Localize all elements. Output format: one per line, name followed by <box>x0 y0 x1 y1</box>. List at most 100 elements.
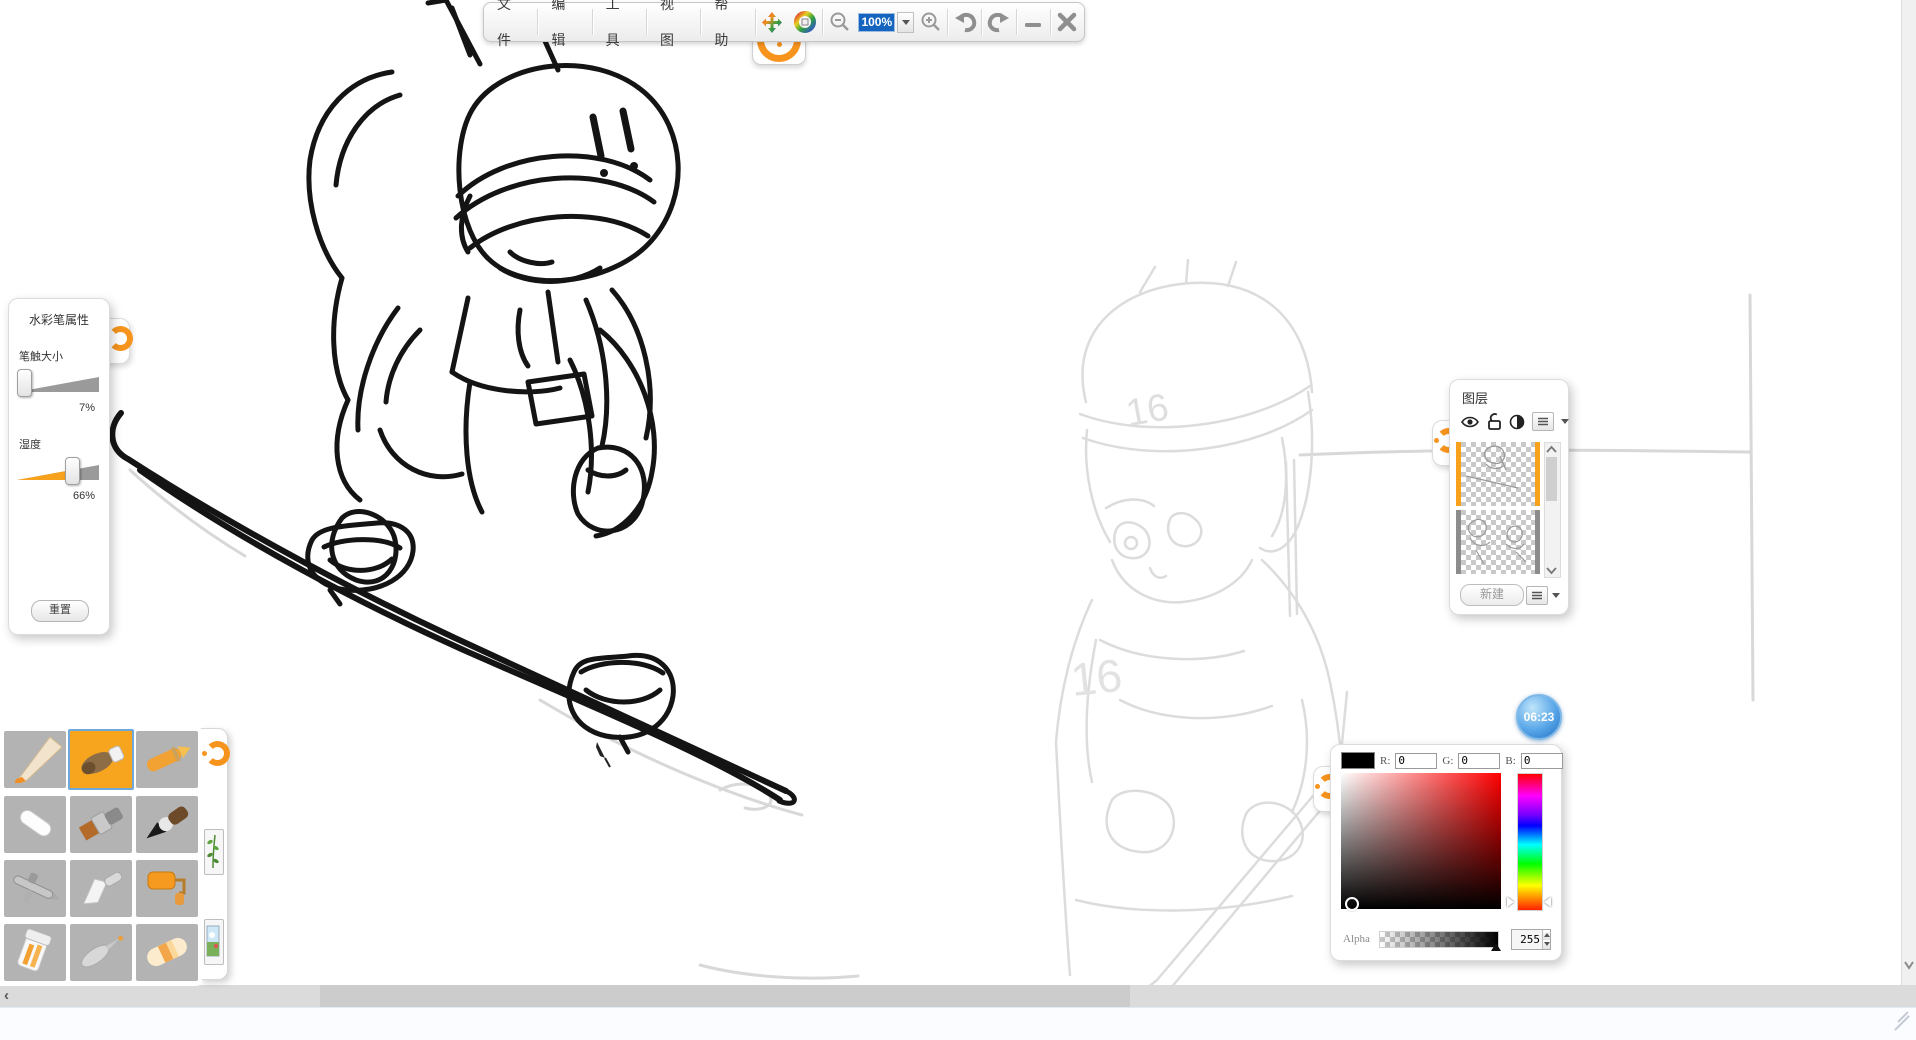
layer-row-2[interactable] <box>1456 510 1540 574</box>
hue-marker-right[interactable] <box>1544 897 1551 907</box>
color-picker-panel: R: G: B: Alpha <box>1330 744 1562 961</box>
layers-scrollbar-thumb[interactable] <box>1546 457 1557 501</box>
g-label: G: <box>1442 755 1453 767</box>
zoom-level-field[interactable]: 100% <box>858 13 895 32</box>
zoom-out-button[interactable] <box>823 6 856 38</box>
tool-paint-roller[interactable] <box>136 860 198 917</box>
hue-marker-left[interactable] <box>1507 897 1514 907</box>
layer-1-thumbnail-sketch <box>1456 442 1540 506</box>
exclamation-dots <box>600 162 638 177</box>
status-strip <box>0 1007 1916 1040</box>
menu-file[interactable]: 文件 <box>484 0 537 58</box>
down-arrow-icon <box>1544 942 1550 946</box>
color-ring-button[interactable] <box>789 6 822 38</box>
horizontal-scrollbar[interactable]: ‹ <box>0 985 1916 1007</box>
move-tool-icon <box>760 10 784 34</box>
move-tool-button[interactable] <box>756 6 789 38</box>
wetness-label: 湿度 <box>19 436 109 452</box>
layer-menu-dropdown-icon[interactable] <box>1561 419 1569 424</box>
menu-tools[interactable]: 工具 <box>593 0 646 58</box>
r-input[interactable] <box>1395 753 1437 769</box>
brush-size-slider-thumb[interactable] <box>17 369 32 397</box>
b-input[interactable] <box>1521 753 1563 769</box>
brush-size-slider[interactable] <box>15 368 103 402</box>
scroll-left-arrow-icon[interactable]: ‹ <box>4 987 9 1004</box>
tool-airbrush[interactable] <box>4 860 66 917</box>
tool-oil-brush[interactable] <box>70 796 132 853</box>
wetness-slider-thumb[interactable] <box>65 457 80 485</box>
pen-cursor <box>596 742 610 767</box>
vertical-scrollbar[interactable] <box>1901 0 1916 985</box>
orange-handle-dot <box>777 42 782 47</box>
zoom-dropdown-button[interactable] <box>897 12 914 33</box>
alpha-slider[interactable] <box>1379 931 1499 948</box>
tool-eraser[interactable] <box>136 924 198 981</box>
layer-2-thumbnail-sketch <box>1456 510 1540 574</box>
scroll-down-arrow-icon[interactable] <box>1903 960 1915 970</box>
alpha-up-button[interactable] <box>1543 930 1550 940</box>
tool-ink-brush[interactable] <box>136 796 198 853</box>
zoom-dropdown-icon <box>902 20 910 25</box>
orange-handle-icon[interactable] <box>205 741 230 766</box>
color-cursor[interactable] <box>1345 897 1359 911</box>
brush-size-value: 7% <box>9 402 95 414</box>
tool-crayon[interactable] <box>136 731 198 788</box>
alpha-marker[interactable] <box>1491 943 1501 951</box>
g-input[interactable] <box>1458 753 1500 769</box>
minimize-button[interactable] <box>1017 6 1050 38</box>
zoom-in-button[interactable] <box>914 6 947 38</box>
b-label: B: <box>1505 755 1515 767</box>
hockey-player-sketch <box>1056 260 1350 1009</box>
orange-handle-dot <box>1434 438 1439 443</box>
orange-handle-icon <box>108 326 133 351</box>
menu-edit[interactable]: 编辑 <box>538 0 591 58</box>
layers-options-dropdown-icon[interactable] <box>1552 593 1560 598</box>
layers-scrollbar[interactable] <box>1544 442 1561 578</box>
eye-icon[interactable] <box>1460 415 1480 429</box>
alpha-down-button[interactable] <box>1543 940 1550 950</box>
tool-chalk[interactable] <box>4 796 66 853</box>
picture-stamp-button[interactable] <box>204 919 224 965</box>
horizontal-scrollbar-thumb[interactable] <box>320 985 1130 1007</box>
tool-palette-knife[interactable] <box>70 860 132 917</box>
new-layer-button[interactable]: 新建 <box>1460 584 1524 606</box>
toolbar-collapse-handle[interactable] <box>752 39 806 65</box>
tool-quill-brush[interactable] <box>70 924 132 981</box>
reset-button[interactable]: 重置 <box>31 600 89 622</box>
layer-menu-button[interactable] <box>1532 412 1554 431</box>
layer-row-1-active[interactable] <box>1456 442 1540 506</box>
alpha-value-input[interactable] <box>1512 930 1542 949</box>
scroll-up-icon[interactable] <box>1545 445 1558 454</box>
scroll-down-icon[interactable] <box>1545 566 1558 575</box>
redo-button[interactable] <box>982 6 1015 38</box>
zoom-in-icon <box>920 11 942 33</box>
menu-view[interactable]: 视图 <box>647 0 700 58</box>
menu-help[interactable]: 帮助 <box>701 0 754 58</box>
tool-paint-jar[interactable] <box>4 924 66 981</box>
drawing-canvas[interactable]: 16 16 <box>0 0 1916 1039</box>
tool-pencil[interactable] <box>4 731 66 788</box>
alpha-gradient <box>1380 932 1498 947</box>
brush-panel-title: 水彩笔属性 <box>9 311 109 328</box>
session-timer-badge[interactable]: 06:23 <box>1516 694 1562 740</box>
unlock-icon[interactable] <box>1487 413 1502 430</box>
layers-options-button[interactable] <box>1526 586 1548 605</box>
plant-stamp-button[interactable] <box>204 829 224 875</box>
brush-properties-panel: 水彩笔属性 笔触大小 7% 湿度 66% 重置 <box>8 298 110 635</box>
plant-stamp-icon <box>205 830 221 872</box>
hue-strip[interactable] <box>1517 773 1543 911</box>
wetness-value: 66% <box>9 490 95 502</box>
main-toolbar: 文件 编辑 工具 视图 帮助 100% <box>483 2 1085 42</box>
layers-panel-title: 图层 <box>1462 388 1568 407</box>
timer-value: 06:23 <box>1524 710 1555 724</box>
tool-palette <box>0 726 228 986</box>
minimize-icon <box>1022 11 1044 33</box>
tool-watercolor-brush-selected[interactable] <box>68 729 134 790</box>
contrast-icon[interactable] <box>1509 414 1525 430</box>
undo-button[interactable] <box>948 6 981 38</box>
close-button[interactable] <box>1051 6 1084 38</box>
list-icon <box>1537 417 1549 426</box>
wetness-slider[interactable] <box>15 456 103 490</box>
saturation-value-square[interactable] <box>1341 773 1501 909</box>
current-color-swatch[interactable] <box>1341 752 1375 769</box>
